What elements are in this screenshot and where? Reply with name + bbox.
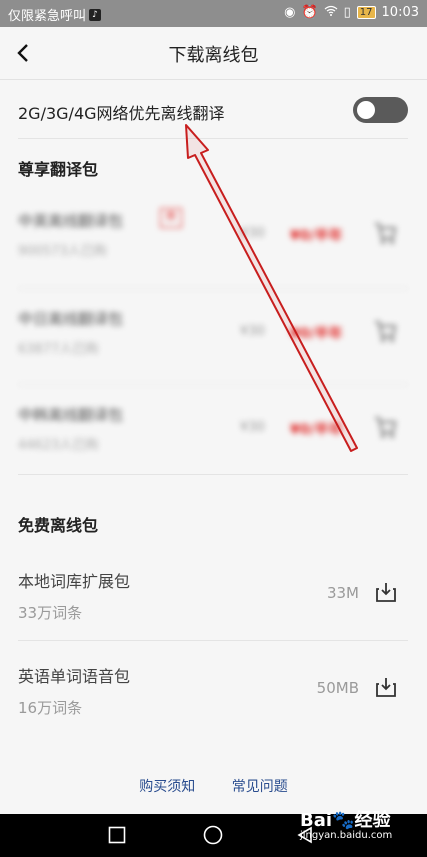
footer-links: 购买须知 常见问题 [0, 776, 427, 796]
carrier-text: 仅限紧急呼叫 [8, 9, 87, 24]
divider [18, 474, 408, 475]
free-item-size: 33M [326, 584, 359, 602]
premium-item-sold: 63877人已购 [18, 342, 99, 357]
premium-item[interactable]: 中日离线翻译包 63877人已购 ¥30 ¥0/半年 [0, 296, 427, 386]
cart-icon[interactable] [372, 414, 398, 440]
sim-icon: ▯ [343, 5, 351, 20]
clock: 10:03 [381, 5, 419, 20]
divider [18, 288, 408, 289]
divider [18, 138, 408, 139]
alarm-icon: ⏰ [301, 5, 318, 20]
cart-icon[interactable] [372, 318, 398, 344]
premium-item-new-price: ¥0/半年 [290, 422, 343, 438]
premium-item-name: 中韩离线翻译包 [18, 406, 124, 424]
premium-item-new-price: ¥0/半年 [290, 228, 343, 244]
recent-apps-icon[interactable] [108, 826, 126, 844]
premium-item-old-price: ¥30 [240, 226, 265, 241]
premium-item-new-price: ¥0/半年 [290, 326, 343, 342]
premium-item-sold: 900573人已购 [18, 244, 107, 259]
premium-item-old-price: ¥30 [240, 324, 265, 339]
toggle-knob [357, 101, 375, 119]
free-section-title: 免费离线包 [18, 516, 99, 535]
mobile-offline-label: 2G/3G/4G网络优先离线翻译 [18, 104, 225, 123]
premium-item[interactable]: 中韩离线翻译包 44623人已购 ¥30 ¥0/半年 [0, 392, 427, 482]
download-icon[interactable] [374, 675, 398, 699]
free-item-subtitle: 16万词条 [18, 699, 83, 717]
download-icon[interactable] [374, 580, 398, 604]
tiktok-icon: ♪ [89, 8, 102, 21]
watermark-site: jingyan.baidu.com [300, 830, 393, 841]
divider [18, 384, 408, 385]
free-item: 英语单词语音包 16万词条 50MB [0, 645, 427, 740]
page-title: 下载离线包 [168, 45, 259, 66]
divider [18, 640, 408, 641]
premium-section-title: 尊享翻译包 [18, 160, 99, 179]
premium-item-old-price: ¥30 [240, 420, 265, 435]
purchase-notice-link[interactable]: 购买须知 [139, 779, 195, 795]
premium-item-name: 中日离线翻译包 [18, 310, 124, 328]
mobile-offline-toggle[interactable] [353, 97, 408, 123]
free-item-subtitle: 33万词条 [18, 604, 83, 622]
premium-item-sold: 44623人已购 [18, 438, 99, 453]
faq-link[interactable]: 常见问题 [232, 779, 288, 795]
cart-icon[interactable] [372, 220, 398, 246]
free-item-name: 英语单词语音包 [18, 667, 131, 686]
battery-icon: 17 [356, 6, 376, 19]
home-icon[interactable] [203, 825, 223, 845]
free-item-size: 50MB [316, 679, 359, 697]
watermark-suffix: 经验 [354, 810, 391, 831]
eye-icon: ◉ [284, 5, 296, 20]
wifi-icon [324, 5, 338, 20]
premium-item[interactable]: 中英离线翻译包 荐 900573人已购 ¥30 ¥0/半年 [0, 198, 427, 288]
free-item-name: 本地词库扩展包 [18, 572, 131, 591]
free-item: 本地词库扩展包 33万词条 33M [0, 550, 427, 645]
baidu-watermark: Bai🐾经验 jingyan.baidu.com [300, 806, 392, 841]
watermark-brand: Bai [300, 810, 333, 831]
premium-item-name: 中英离线翻译包 [18, 212, 124, 230]
status-bar: 仅限紧急呼叫 ♪ ◉ ⏰ ▯ 17 10:03 [0, 0, 427, 27]
hot-badge-icon: 荐 [160, 208, 182, 228]
paw-icon: 🐾 [332, 810, 355, 831]
header: 下载离线包 [0, 27, 427, 79]
